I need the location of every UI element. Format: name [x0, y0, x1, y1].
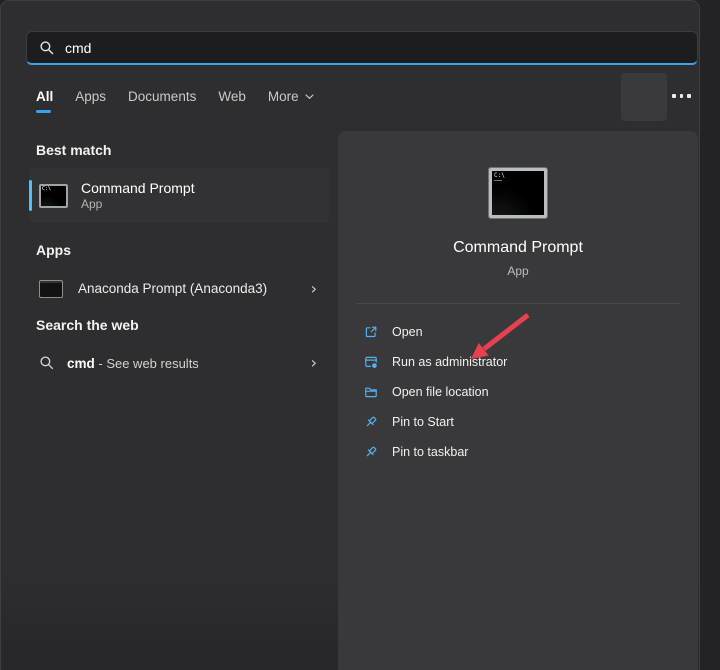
- best-match-subtitle: App: [81, 197, 195, 212]
- web-suffix-text: - See web results: [95, 356, 199, 371]
- command-prompt-icon-large: C:\: [489, 168, 547, 218]
- preview-panel: C:\ Command Prompt App Open: [338, 131, 698, 670]
- pin-icon: [364, 415, 378, 429]
- tab-documents[interactable]: Documents: [128, 89, 196, 104]
- apps-section-header: Apps: [36, 242, 71, 258]
- search-flyout-surface: cmd All Apps Documents Web More: [0, 0, 700, 670]
- hover-highlight-rect: [621, 73, 667, 121]
- pin-icon: [364, 445, 378, 459]
- best-match-title: Command Prompt: [81, 180, 195, 197]
- divider: [356, 303, 680, 304]
- pin-to-start-button[interactable]: Pin to Start: [338, 407, 698, 437]
- web-section-header: Search the web: [36, 317, 139, 333]
- search-box[interactable]: cmd: [26, 31, 698, 65]
- tab-web[interactable]: Web: [218, 89, 246, 104]
- chevron-right-icon: ›: [311, 281, 317, 297]
- search-icon: [39, 40, 55, 56]
- selection-accent-bar: [29, 180, 32, 211]
- action-list: Open Run as administrator: [338, 317, 698, 467]
- preview-title: Command Prompt: [338, 239, 698, 257]
- start-search-flyout: cmd All Apps Documents Web More: [0, 0, 720, 670]
- search-filter-tabs: All Apps Documents Web More: [36, 89, 314, 104]
- search-icon: [39, 355, 55, 371]
- preview-subtitle: App: [338, 264, 698, 278]
- tab-apps[interactable]: Apps: [75, 89, 106, 104]
- pin-to-taskbar-button[interactable]: Pin to taskbar: [338, 437, 698, 467]
- run-admin-icon: [364, 355, 378, 369]
- ellipsis-icon: [672, 94, 676, 98]
- open-external-icon: [364, 325, 378, 339]
- tab-all[interactable]: All: [36, 89, 53, 104]
- terminal-icon: [39, 280, 63, 298]
- run-as-administrator-button[interactable]: Run as administrator: [338, 347, 698, 377]
- tab-more[interactable]: More: [268, 89, 314, 104]
- web-query-text: cmd: [67, 356, 95, 371]
- best-match-header: Best match: [36, 142, 111, 158]
- chevron-right-icon: ›: [311, 355, 317, 371]
- list-item-anaconda-prompt[interactable]: Anaconda Prompt (Anaconda3) ›: [29, 270, 329, 307]
- chevron-down-icon: [305, 94, 314, 100]
- best-match-result[interactable]: C:\ Command Prompt App: [29, 168, 329, 223]
- active-tab-underline: [36, 110, 51, 113]
- open-button[interactable]: Open: [338, 317, 698, 347]
- list-item-web-result[interactable]: cmd - See web results ›: [29, 345, 329, 381]
- search-input[interactable]: cmd: [65, 40, 91, 56]
- open-file-location-button[interactable]: Open file location: [338, 377, 698, 407]
- folder-icon: [364, 385, 378, 399]
- more-options-button[interactable]: [672, 94, 691, 98]
- command-prompt-icon: C:\: [39, 184, 68, 208]
